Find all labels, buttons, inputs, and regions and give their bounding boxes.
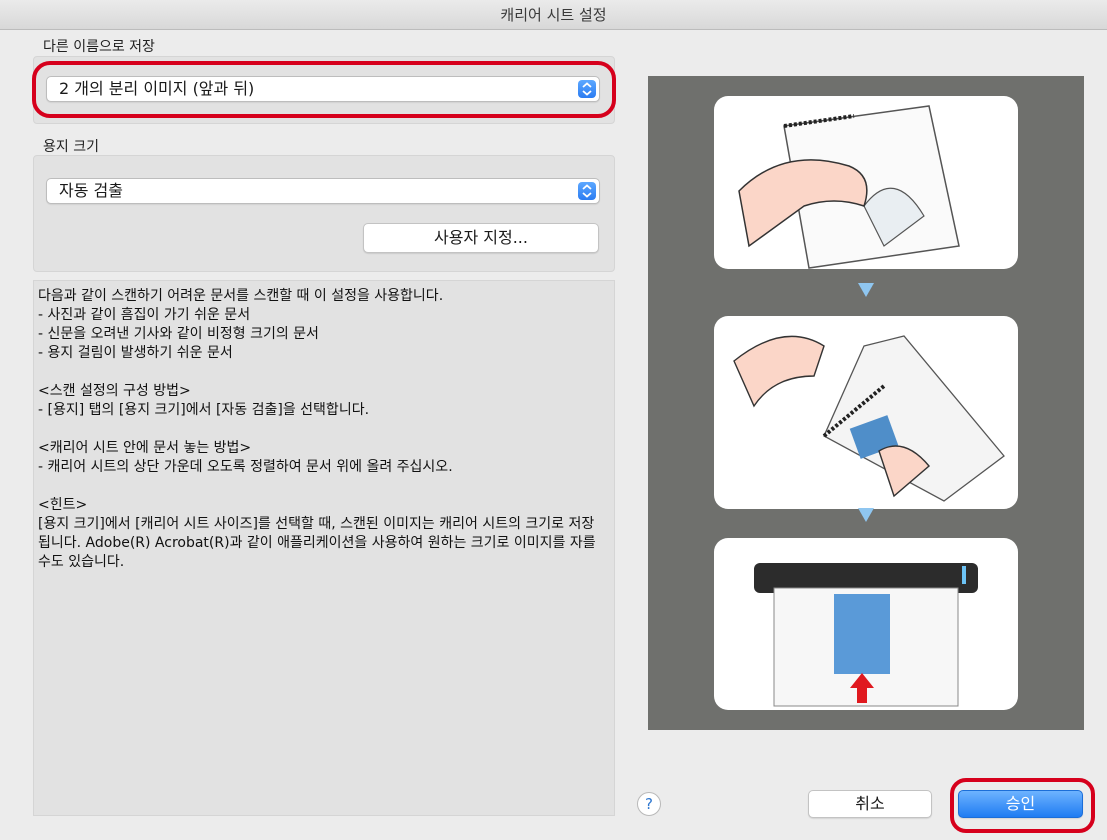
arrow-down-icon (858, 508, 874, 522)
window-title: 캐리어 시트 설정 (0, 0, 1107, 30)
description-text: 다음과 같이 스캔하기 어려운 문서를 스캔할 때 이 설정을 사용합니다. -… (33, 280, 615, 816)
illustration-step-3 (714, 538, 1018, 710)
illustration-step-1 (714, 96, 1018, 269)
popup-stepper-icon (578, 182, 596, 200)
paper-size-popup[interactable]: 자동 검출 (46, 178, 600, 204)
help-button[interactable]: ? (637, 792, 661, 816)
save-as-label: 다른 이름으로 저장 (43, 39, 155, 55)
illustration-step-2 (714, 316, 1018, 509)
custom-size-button[interactable]: 사용자 지정... (363, 223, 599, 253)
cancel-button[interactable]: 취소 (808, 790, 932, 818)
carrier-sheet-illustration (648, 76, 1084, 730)
save-as-highlight (32, 61, 616, 118)
ok-highlight (950, 778, 1095, 833)
paper-size-label: 용지 크기 (43, 139, 99, 155)
paper-size-selected: 자동 검출 (59, 181, 123, 200)
arrow-down-icon (858, 283, 874, 297)
paper-size-group (33, 155, 615, 272)
